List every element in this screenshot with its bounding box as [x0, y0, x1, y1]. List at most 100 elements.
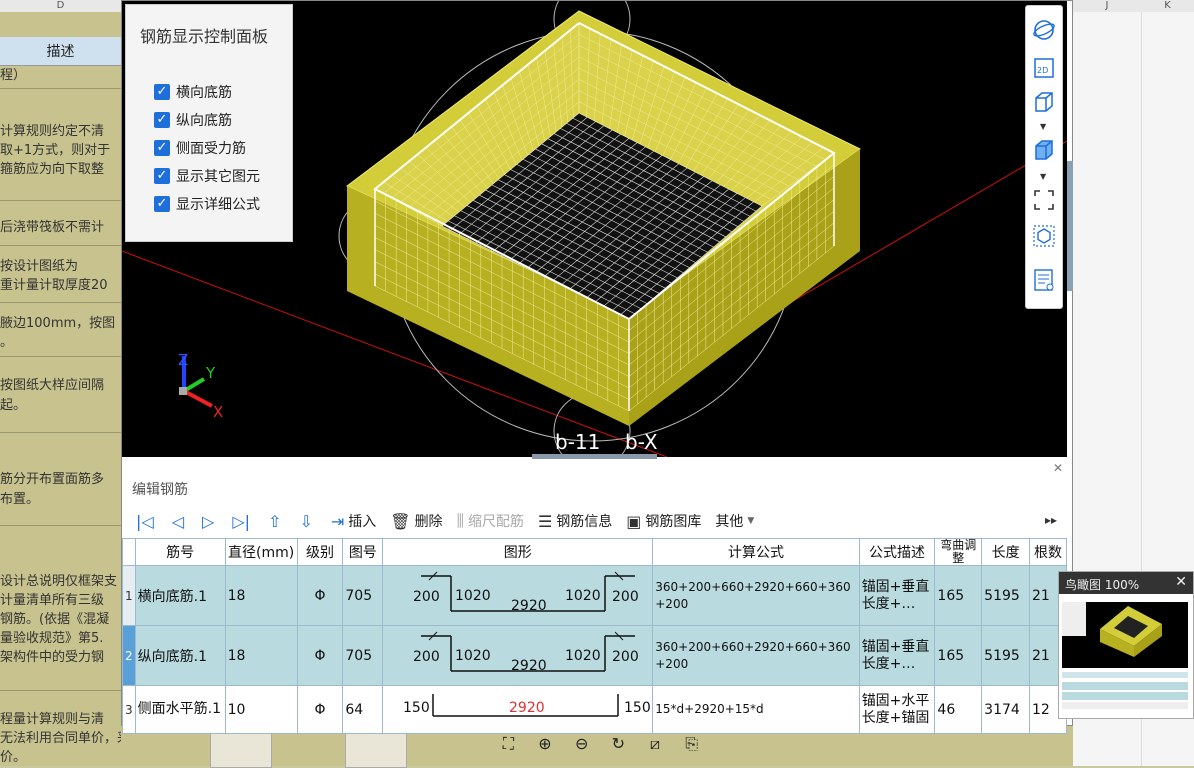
rebar-length[interactable]: 3174: [981, 685, 1031, 734]
other-menu-button[interactable]: 其他 ▼: [715, 511, 754, 531]
close-icon[interactable]: ✕: [1175, 574, 1187, 590]
fit-frame-icon[interactable]: [1032, 188, 1058, 214]
box-select-icon[interactable]: [1032, 224, 1058, 250]
insert-button[interactable]: ⇥ 插入: [331, 511, 376, 531]
first-record-button[interactable]: |◁: [136, 512, 158, 531]
3d-view-canvas[interactable]: b-11 b-X Z Y X 钢筋显示控制面板 ✓ 横向底筋 ✓ 纵向底筋 ✓ 侧面受…: [122, 1, 1067, 457]
col-header[interactable]: 根数: [1029, 538, 1067, 566]
row-number[interactable]: 3: [122, 685, 136, 734]
rebar-length[interactable]: 5195: [981, 565, 1031, 626]
rebar-info-button[interactable]: ☰ 钢筋信息: [538, 511, 612, 531]
scale-rebar-button[interactable]: ⫼ 缩尺配筋: [457, 511, 524, 531]
rebar-diameter[interactable]: 10: [224, 685, 298, 734]
rebar-formula-description[interactable]: 锚固+水平长度+锚固: [858, 685, 936, 734]
overflow-icon[interactable]: ▸▸: [1045, 513, 1057, 527]
checkbox-show-detail-formula[interactable]: ✓ 显示详细公式: [154, 193, 260, 215]
zoom-out-icon[interactable]: ⊖: [563, 734, 600, 758]
rebar-formula[interactable]: 360+200+660+2920+660+360+200: [652, 625, 860, 686]
sheet-cell-text: 计量清单所有三级: [0, 593, 105, 608]
rebar-bend-adjust[interactable]: 165: [934, 565, 983, 626]
rebar-bend-adjust[interactable]: 46: [934, 685, 983, 734]
birds-eye-thumbnail[interactable]: [1062, 602, 1188, 712]
fit-screen-icon[interactable]: ⛶: [490, 734, 527, 758]
col-header[interactable]: 直径(mm): [224, 538, 298, 566]
sheet-cell-text: 程）: [0, 68, 27, 83]
rebar-name[interactable]: 侧面水平筋.1: [134, 685, 226, 734]
checkbox-label: 显示详细公式: [176, 197, 260, 213]
x-axis-label: X: [213, 403, 223, 421]
y-axis-label: Y: [205, 364, 216, 382]
rebar-grade[interactable]: Φ: [296, 685, 344, 734]
library-label: 钢筋图库: [645, 514, 702, 530]
check-icon[interactable]: ✓: [154, 140, 170, 156]
check-icon[interactable]: ✓: [154, 168, 170, 184]
rebar-formula-description[interactable]: 锚固+垂直长度+…: [858, 565, 936, 626]
rebar-formula[interactable]: 15*d+2920+15*d: [652, 685, 860, 734]
chevron-down-icon[interactable]: ▼: [1040, 122, 1046, 131]
chevron-down-icon[interactable]: ▼: [1040, 172, 1046, 181]
col-header[interactable]: 弯曲调整: [934, 538, 983, 566]
rebar-diameter[interactable]: 18: [224, 565, 298, 626]
delete-button[interactable]: 🗑 删除: [390, 511, 442, 531]
prev-record-button[interactable]: ◁: [172, 512, 188, 531]
cube-view-icon[interactable]: [1032, 90, 1058, 116]
check-icon[interactable]: ✓: [154, 196, 170, 212]
rebar-name[interactable]: 横向底筋.1: [134, 565, 226, 626]
save-icon[interactable]: ⎘: [673, 734, 710, 758]
checkbox-vertical-bottom-rebar[interactable]: ✓ 纵向底筋: [154, 109, 232, 131]
2d-view-icon[interactable]: 2D: [1032, 56, 1058, 82]
rebar-shape-diagram[interactable]: 200 1020 2920 1020 200: [382, 625, 654, 686]
col-header[interactable]: 计算公式: [652, 538, 860, 566]
crop-icon[interactable]: ⧄: [637, 734, 674, 758]
next-icon: ▷: [202, 511, 215, 531]
rebar-figure-number[interactable]: 64: [342, 685, 384, 734]
sheet-row-divider: [0, 356, 121, 357]
cube-solid-icon[interactable]: [1032, 138, 1058, 164]
rebar-shape-diagram[interactable]: 150 2920 150: [382, 685, 654, 734]
rebar-grade[interactable]: Φ: [296, 565, 344, 626]
zoom-in-icon[interactable]: ⊕: [527, 734, 564, 758]
checkbox-horizontal-bottom-rebar[interactable]: ✓ 横向底筋: [154, 81, 232, 103]
col-header[interactable]: 图形: [382, 538, 654, 566]
table-row[interactable]: 2 纵向底筋.1 18 Φ 705 200 1020 2920 1020 200…: [122, 625, 1067, 686]
rebar-formula-description[interactable]: 锚固+垂直长度+…: [858, 625, 936, 686]
sheet-cell-text: 腋边100mm，按图: [0, 316, 116, 331]
checkbox-show-other-elements[interactable]: ✓ 显示其它图元: [154, 165, 260, 187]
rebar-diameter[interactable]: 18: [224, 625, 298, 686]
rebar-length[interactable]: 5195: [981, 625, 1031, 686]
rebar-bend-adjust[interactable]: 165: [934, 625, 983, 686]
orbit-icon[interactable]: [1032, 18, 1058, 44]
prev-icon: ◁: [171, 511, 185, 531]
col-header[interactable]: 长度: [981, 538, 1031, 566]
table-row[interactable]: 3 侧面水平筋.1 10 Φ 64 150 2920 150 15*d+2920…: [122, 685, 1067, 734]
col-header[interactable]: 级别: [296, 538, 344, 566]
col-header[interactable]: 筋号: [134, 538, 226, 566]
rotate-icon[interactable]: ↻: [600, 734, 637, 758]
checkbox-side-rebar[interactable]: ✓ 侧面受力筋: [154, 137, 246, 159]
close-icon[interactable]: ✕: [1053, 461, 1063, 475]
next-record-button[interactable]: ▷: [202, 512, 218, 531]
rebar-figure-number[interactable]: 705: [342, 625, 384, 686]
rebar-formula[interactable]: 360+200+660+2920+660+360+200: [652, 565, 860, 626]
svg-text:150: 150: [624, 700, 651, 716]
move-up-button[interactable]: ⇧: [268, 512, 285, 531]
table-row[interactable]: 1 横向底筋.1 18 Φ 705 200 1020 2920 1020 200…: [122, 565, 1067, 626]
rebar-library-button[interactable]: ▣ 钢筋图库: [626, 511, 701, 531]
rebar-figure-number[interactable]: 705: [342, 565, 384, 626]
view-scrollbar[interactable]: [1067, 161, 1073, 291]
report-view-icon[interactable]: [1032, 268, 1058, 294]
sheet-header-cell[interactable]: 描述: [0, 37, 121, 66]
check-icon[interactable]: ✓: [154, 84, 170, 100]
row-number[interactable]: 2: [122, 625, 136, 686]
move-down-button[interactable]: ⇩: [299, 512, 316, 531]
row-number[interactable]: 1: [122, 565, 136, 626]
rebar-name[interactable]: 纵向底筋.1: [134, 625, 226, 686]
last-record-button[interactable]: ▷|: [232, 512, 254, 531]
rebar-shape-diagram[interactable]: 200 1020 2920 1020 200: [382, 565, 654, 626]
col-header[interactable]: 公式描述: [858, 538, 936, 566]
check-icon[interactable]: ✓: [154, 112, 170, 128]
info-label: 钢筋信息: [556, 514, 613, 530]
rebar-table: 筋号 直径(mm) 级别 图号 图形 计算公式 公式描述 弯曲调整 长度 根数 …: [122, 538, 1067, 734]
col-header[interactable]: 图号: [342, 538, 384, 566]
rebar-grade[interactable]: Φ: [296, 625, 344, 686]
